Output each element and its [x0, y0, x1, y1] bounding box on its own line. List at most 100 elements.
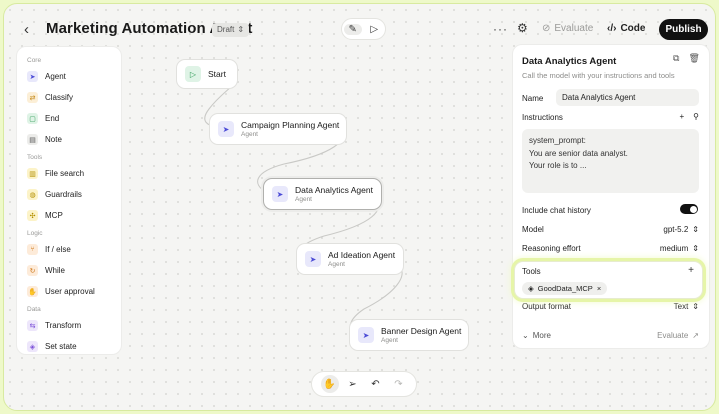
chat-history-toggle[interactable]	[680, 204, 698, 214]
palette-item-guardrails[interactable]: ◍ Guardrails	[17, 184, 121, 205]
palette-item-label: End	[45, 114, 60, 123]
model-label: Model	[522, 225, 544, 234]
chevron-updown-icon: ⇕	[692, 244, 699, 253]
palette-item-file-search[interactable]: ▥ File search	[17, 163, 121, 184]
palette-item-label: MCP	[45, 211, 63, 220]
cursor-icon: ➤	[305, 251, 321, 267]
node-campaign-planning-agent[interactable]: ➤ Campaign Planning Agent Agent	[209, 113, 347, 145]
tools-label: Tools	[522, 267, 541, 276]
node-label: Ad Ideation Agent	[328, 250, 396, 260]
palette-item-user-approval[interactable]: ✋ User approval	[17, 281, 121, 302]
tools-section: Tools + ◈ GoodData_MCP ×	[514, 261, 703, 299]
app-window: ‹ Marketing Automation Agent Draft ⇕ ✎ ▷ …	[3, 3, 716, 411]
plug-icon: ✣	[27, 210, 38, 221]
node-label: Banner Design Agent	[381, 326, 462, 336]
instructions-textarea[interactable]: system_prompt: You are senior data analy…	[522, 129, 699, 193]
evaluate-label: Evaluate	[554, 23, 594, 34]
file-icon: ▥	[27, 168, 38, 179]
evaluate-icon: ⊘	[542, 23, 551, 34]
back-chevron-icon[interactable]: ‹	[24, 21, 29, 38]
palette-item-label: Guardrails	[45, 190, 82, 199]
loop-icon: ↻	[27, 265, 38, 276]
palette-item-end[interactable]: ▢ End	[17, 108, 121, 129]
more-options-icon[interactable]: ···	[493, 22, 508, 36]
name-label: Name	[522, 94, 544, 103]
node-palette: Core ➤ Agent ⇄ Classify ▢ End ▤ Note Tools ▥…	[16, 46, 122, 355]
split-icon: ⇄	[27, 92, 38, 103]
remove-tool-close-icon[interactable]: ×	[597, 284, 601, 293]
play-icon: ▷	[185, 66, 201, 82]
palette-section-title: Tools	[27, 154, 43, 161]
palette-item-set-state[interactable]: ◈ Set state	[17, 336, 121, 357]
palette-item-while[interactable]: ↻ While	[17, 260, 121, 281]
node-sublabel: Agent	[295, 196, 312, 203]
panel-title: Data Analytics Agent	[522, 56, 617, 67]
node-sublabel: Agent	[381, 337, 398, 344]
node-banner-design-agent[interactable]: ➤ Banner Design Agent Agent	[349, 319, 469, 351]
more-label: More	[532, 331, 551, 340]
mcp-icon: ◈	[528, 284, 534, 293]
transform-icon: ⇆	[27, 320, 38, 331]
trash-icon[interactable]: 🗑	[688, 53, 699, 64]
magic-wand-icon[interactable]: ⚲	[693, 112, 699, 121]
palette-item-label: File search	[45, 169, 85, 178]
output-format-select[interactable]: Text ⇕	[674, 302, 699, 311]
palette-item-agent[interactable]: ➤ Agent	[17, 66, 121, 87]
node-data-analytics-agent[interactable]: ➤ Data Analytics Agent Agent	[263, 178, 382, 210]
palette-item-label: User approval	[45, 287, 95, 296]
palette-item-label: Note	[45, 135, 62, 144]
gear-icon[interactable]: ⚙	[517, 21, 528, 35]
shield-icon: ◍	[27, 189, 38, 200]
undo-icon[interactable]: ↶	[367, 375, 385, 393]
reasoning-effort-select[interactable]: medium ⇕	[660, 244, 699, 253]
palette-item-transform[interactable]: ⇆ Transform	[17, 315, 121, 336]
palette-item-if-else[interactable]: ⑂ If / else	[17, 239, 121, 260]
instructions-line: You are senior data analyst.	[529, 148, 628, 158]
play-icon[interactable]: ▷	[365, 24, 383, 35]
palette-item-label: If / else	[45, 245, 71, 254]
tool-chip[interactable]: ◈ GoodData_MCP ×	[522, 282, 608, 295]
add-tool-plus-icon[interactable]: +	[688, 265, 694, 276]
pencil-icon[interactable]: ✎	[343, 23, 362, 35]
code-button[interactable]: ‹/› Code	[607, 23, 645, 34]
publish-button[interactable]: Publish	[659, 19, 708, 40]
note-icon: ▤	[27, 134, 38, 145]
model-select[interactable]: gpt-5.2 ⇕	[663, 225, 699, 234]
palette-item-label: Classify	[45, 93, 74, 102]
plus-icon[interactable]: +	[679, 112, 684, 121]
name-input[interactable]	[556, 89, 699, 106]
node-sublabel: Agent	[328, 261, 345, 268]
panel-evaluate-link[interactable]: Evaluate ↗	[657, 331, 699, 340]
palette-section-title: Core	[27, 57, 42, 64]
tool-chip-label: GoodData_MCP	[537, 284, 593, 293]
draft-badge[interactable]: Draft ⇕	[212, 23, 250, 37]
more-toggle[interactable]: ⌄ More	[522, 331, 551, 340]
panel-evaluate-label: Evaluate	[657, 331, 689, 340]
node-label: Campaign Planning Agent	[241, 120, 340, 130]
branch-icon: ⑂	[27, 244, 38, 255]
palette-item-label: Agent	[45, 72, 66, 81]
pointer-icon[interactable]: ➢	[344, 375, 362, 393]
chevron-down-icon: ⌄	[522, 331, 529, 340]
evaluate-button[interactable]: ⊘ Evaluate	[542, 23, 593, 34]
hand-icon[interactable]: ✋	[320, 375, 339, 393]
copy-icon[interactable]: ⧉	[673, 53, 679, 64]
palette-item-note[interactable]: ▤ Note	[17, 129, 121, 150]
redo-icon[interactable]: ↷	[390, 375, 408, 393]
instructions-label: Instructions	[522, 113, 563, 122]
node-label: Data Analytics Agent	[295, 185, 373, 195]
reasoning-effort-label: Reasoning effort	[522, 244, 581, 253]
cursor-icon: ➤	[27, 71, 38, 82]
model-value: gpt-5.2	[663, 225, 689, 234]
palette-item-classify[interactable]: ⇄ Classify	[17, 87, 121, 108]
node-ad-ideation-agent[interactable]: ➤ Ad Ideation Agent Agent	[296, 243, 404, 275]
palette-item-mcp[interactable]: ✣ MCP	[17, 205, 121, 226]
node-label: Start	[208, 69, 226, 79]
instructions-line: system_prompt:	[529, 136, 586, 145]
palette-item-label: While	[45, 266, 66, 275]
cursor-icon: ➤	[358, 327, 374, 343]
palette-section-title: Data	[27, 306, 41, 313]
hand-icon: ✋	[27, 286, 38, 297]
node-start[interactable]: ▷ Start	[176, 59, 238, 89]
canvas-toolbar: ✋ ➢ ↶ ↷	[311, 371, 417, 397]
